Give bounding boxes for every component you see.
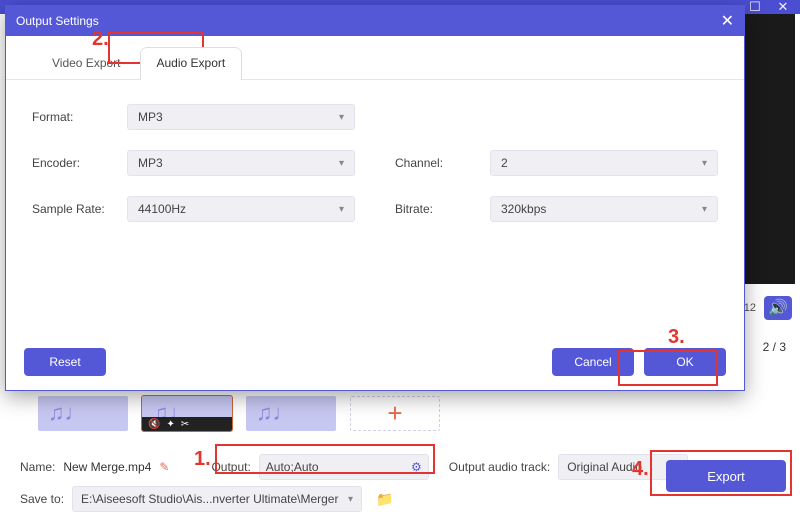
chevron-down-icon: ▾ <box>348 494 353 505</box>
dialog-body: Format: MP3 ▾ Encoder: MP3 ▾ Sample Rate… <box>6 80 744 266</box>
chevron-down-icon: ▾ <box>339 204 344 215</box>
clip-page-indicator: 2 / 3 <box>763 340 786 354</box>
bitrate-select[interactable]: 320kbps ▾ <box>490 196 718 222</box>
app-close-button[interactable]: ✕ <box>774 0 792 14</box>
volume-icon: 🔊 <box>768 298 788 318</box>
channel-value: 2 <box>501 156 508 170</box>
channel-select[interactable]: 2 ▾ <box>490 150 718 176</box>
output-audio-value: Original Audio <box>567 460 642 474</box>
dialog-footer: Reset Cancel OK <box>24 348 726 376</box>
music-note-icon: ♫♩ <box>256 400 295 426</box>
format-select[interactable]: MP3 ▾ <box>127 104 355 130</box>
gear-icon[interactable]: ⚙ <box>411 460 422 474</box>
saveto-value: E:\Aiseesoft Studio\Ais...nverter Ultima… <box>81 492 338 506</box>
dialog-close-button[interactable]: ✕ <box>721 11 734 31</box>
music-note-icon: ♫♩ <box>48 400 87 426</box>
name-label: Name: <box>20 460 55 474</box>
format-value: MP3 <box>138 110 163 124</box>
clip-toolbar: 🔇 ✦ ✂ <box>142 417 232 431</box>
bottom-row-1: Name: New Merge.mp4 ✎ Output: Auto;Auto … <box>20 454 688 480</box>
output-value: Auto;Auto <box>266 460 319 474</box>
chevron-down-icon: ▾ <box>339 158 344 169</box>
cut-icon[interactable]: ✂ <box>181 419 189 430</box>
clip-thumb[interactable]: ♫♩ <box>246 396 336 431</box>
format-label: Format: <box>32 110 127 124</box>
bottom-row-2: Save to: E:\Aiseesoft Studio\Ais...nvert… <box>20 486 393 512</box>
output-settings-dialog: Output Settings ✕ Video Export Audio Exp… <box>5 5 745 391</box>
bitrate-label: Bitrate: <box>395 202 490 216</box>
output-label: Output: <box>211 460 250 474</box>
video-preview <box>745 14 795 284</box>
add-clip-button[interactable]: + <box>350 396 440 431</box>
sample-rate-value: 44100Hz <box>138 202 186 216</box>
star-icon[interactable]: ✦ <box>166 419 174 430</box>
open-folder-icon[interactable]: 📁 <box>376 491 393 508</box>
edit-name-icon[interactable]: ✎ <box>159 460 169 474</box>
clip-thumb[interactable]: ♫♩ <box>38 396 128 431</box>
saveto-select[interactable]: E:\Aiseesoft Studio\Ais...nverter Ultima… <box>72 486 362 512</box>
mute-icon[interactable]: 🔇 <box>148 419 160 430</box>
channel-label: Channel: <box>395 156 490 170</box>
encoder-label: Encoder: <box>32 156 127 170</box>
output-settings-field[interactable]: Auto;Auto ⚙ <box>259 454 429 480</box>
ok-button[interactable]: OK <box>644 348 726 376</box>
reset-button[interactable]: Reset <box>24 348 106 376</box>
encoder-value: MP3 <box>138 156 163 170</box>
sample-rate-select[interactable]: 44100Hz ▾ <box>127 196 355 222</box>
dialog-titlebar: Output Settings ✕ <box>6 6 744 36</box>
dialog-title: Output Settings <box>16 14 99 28</box>
bitrate-value: 320kbps <box>501 202 546 216</box>
chevron-down-icon: ▾ <box>702 204 707 215</box>
cancel-button[interactable]: Cancel <box>552 348 634 376</box>
output-audio-label: Output audio track: <box>449 460 550 474</box>
volume-button[interactable]: 🔊 <box>764 296 792 320</box>
tab-audio-export[interactable]: Audio Export <box>141 48 242 80</box>
saveto-label: Save to: <box>20 492 64 506</box>
dialog-tabs: Video Export Audio Export <box>6 48 744 80</box>
sample-rate-label: Sample Rate: <box>32 202 127 216</box>
clip-thumb-selected[interactable]: ♫♩ 🔇 ✦ ✂ <box>142 396 232 431</box>
encoder-select[interactable]: MP3 ▾ <box>127 150 355 176</box>
chevron-down-icon: ▾ <box>339 112 344 123</box>
chevron-down-icon: ▾ <box>702 158 707 169</box>
tab-video-export[interactable]: Video Export <box>36 48 137 80</box>
maximize-button[interactable]: ☐ <box>746 0 764 14</box>
name-value[interactable]: New Merge.mp4 <box>63 460 151 474</box>
export-button[interactable]: Export <box>666 460 786 492</box>
clip-thumbnails: ♫♩ ♫♩ 🔇 ✦ ✂ ♫♩ + <box>38 396 440 431</box>
